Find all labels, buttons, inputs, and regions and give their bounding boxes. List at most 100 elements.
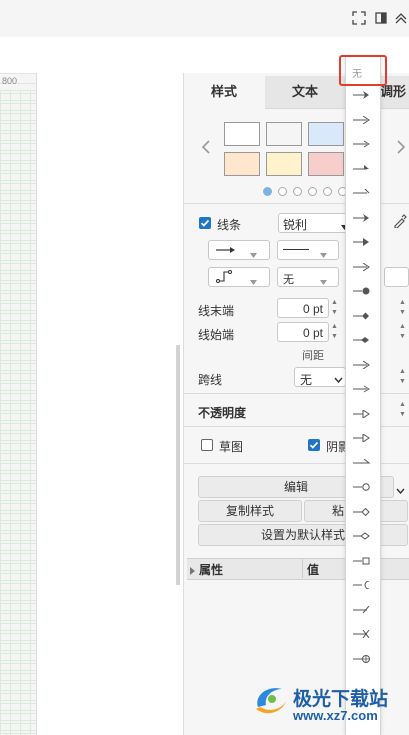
chevron-right-icon[interactable]: [396, 140, 406, 157]
arrow-slash-icon: [353, 605, 370, 613]
page-dot-2[interactable]: [278, 187, 287, 196]
arrow-half-2-icon: [353, 458, 371, 463]
orthogonal-waypoint-icon: [216, 269, 232, 286]
page-dot-1[interactable]: [263, 187, 272, 196]
chevron-down-icon[interactable]: [396, 483, 405, 497]
canvas-scrollbar[interactable]: [176, 345, 180, 585]
value-column-header: 值: [307, 563, 320, 577]
arrow-open-2-option[interactable]: [345, 262, 379, 288]
arrow-triangle-open-option[interactable]: [345, 409, 379, 435]
opacity-label: 不透明度: [198, 406, 247, 420]
color-swatch[interactable]: [224, 122, 260, 146]
arrow-classic-2-option[interactable]: [345, 213, 379, 239]
format-panel-icon[interactable]: [374, 11, 388, 25]
arrow-thin-icon: [353, 140, 370, 148]
arrow-diamond-wide-icon: [353, 337, 369, 343]
arrow-block-option[interactable]: [345, 238, 379, 263]
stepper-icon[interactable]: ▲ ▼: [398, 298, 407, 318]
property-column-header: 属性: [199, 563, 224, 577]
arrow-lines-option[interactable]: [345, 360, 379, 386]
arrow-thin-2-icon: [353, 385, 370, 393]
arrow-open-icon: [353, 115, 370, 124]
tab-text[interactable]: 文本: [265, 76, 345, 109]
color-swatch[interactable]: [308, 152, 344, 176]
line-end-label: 线末端: [198, 304, 235, 318]
line-start-none-value: 无: [283, 274, 294, 286]
spacing-label: 间距: [302, 350, 324, 362]
arrow-circle-plus-option[interactable]: [345, 654, 379, 680]
arrow-cross-option[interactable]: [345, 630, 379, 655]
app-top-bar: [0, 0, 409, 38]
arrow-block-icon: [353, 238, 369, 246]
arrow-line-option[interactable]: [345, 189, 379, 214]
arrow-square-option[interactable]: [345, 557, 379, 582]
arrow-diamond-option[interactable]: [345, 312, 379, 337]
page-dot-4[interactable]: [308, 187, 317, 196]
arrow-half-circle-icon: [353, 581, 370, 589]
stepper-icon[interactable]: ▲ ▼: [398, 367, 407, 387]
stepper-icon[interactable]: ▲ ▼: [398, 400, 407, 420]
color-swatch[interactable]: [224, 152, 260, 176]
arrow-slash-option[interactable]: [345, 605, 379, 631]
arrow-classic-option[interactable]: [345, 91, 379, 116]
stepper-icon[interactable]: ▲ ▼: [330, 298, 339, 318]
arrow-diamond-open-option[interactable]: [345, 507, 379, 533]
arrow-dot-solid-icon: [353, 287, 370, 295]
arrow-half-option[interactable]: [345, 164, 379, 190]
arrow-diamond-open-icon: [353, 507, 370, 516]
stepper-icon[interactable]: ▲ ▼: [398, 322, 407, 342]
line-style-value: 锐利: [283, 218, 308, 232]
arrow-triangle-open-2-option[interactable]: [345, 434, 379, 459]
arrow-dot-solid-option[interactable]: [345, 287, 379, 312]
watermark-logo: [252, 683, 288, 720]
pattern-select[interactable]: [277, 240, 339, 260]
solid-line-icon: [283, 249, 309, 250]
arrow-half-2-option[interactable]: [345, 458, 379, 484]
arrow-diamond-open-2-option[interactable]: [345, 532, 379, 557]
ruler-label: 800: [2, 76, 18, 86]
line-end-select-partial[interactable]: [384, 267, 409, 287]
arrow-classic-icon: [353, 91, 369, 99]
expand-triangle-icon[interactable]: [190, 564, 195, 578]
arrow-cross-icon: [353, 630, 370, 638]
arrow-thin-option[interactable]: [345, 140, 379, 165]
sketch-label: 草图: [219, 440, 244, 454]
arrow-circle-open-option[interactable]: [345, 483, 379, 508]
copy-style-button[interactable]: 复制样式: [198, 500, 302, 522]
sketch-checkbox[interactable]: [201, 439, 213, 451]
crossing-value: 无: [300, 373, 313, 387]
highlight-box: [339, 55, 387, 86]
arrow-open-option[interactable]: [345, 115, 379, 141]
color-picker-icon[interactable]: [393, 214, 407, 231]
arrow-open-2-icon: [353, 262, 370, 271]
color-swatch[interactable]: [266, 122, 302, 146]
arrow-line-icon: [353, 189, 370, 194]
tab-style[interactable]: 样式: [184, 76, 264, 108]
line-checkbox[interactable]: [199, 217, 211, 229]
color-swatch[interactable]: [266, 152, 302, 176]
shadow-checkbox[interactable]: [308, 439, 320, 451]
arrow-triangle-open-icon: [353, 409, 370, 418]
arrow-diamond-open-2-icon: [353, 532, 370, 540]
arrow-circle-plus-icon: [353, 654, 370, 663]
chevron-left-icon[interactable]: [201, 140, 211, 157]
arrow-thin-2-option[interactable]: [345, 385, 379, 410]
canvas-grid[interactable]: [0, 90, 36, 735]
chevron-down-icon: [334, 372, 343, 386]
arrow-square-icon: [353, 557, 370, 564]
crossing-label: 跨线: [198, 373, 223, 387]
canvas[interactable]: [37, 73, 183, 735]
fullscreen-icon[interactable]: [352, 11, 366, 25]
arrow-half-circle-option[interactable]: [345, 581, 379, 606]
page-dot-5[interactable]: [323, 187, 332, 196]
column-divider: [302, 559, 303, 578]
dropdown-arrow-icon: [250, 274, 257, 288]
arrow-diamond-wide-option[interactable]: [345, 336, 379, 361]
collapse-icon[interactable]: [394, 11, 408, 25]
color-swatch[interactable]: [308, 122, 344, 146]
dropdown-arrow-icon: [320, 247, 327, 261]
dropdown-arrow-icon: [250, 247, 257, 261]
page-dot-3[interactable]: [293, 187, 302, 196]
line-start-size-value: 0 pt: [303, 326, 324, 340]
stepper-icon[interactable]: ▲ ▼: [330, 322, 339, 342]
